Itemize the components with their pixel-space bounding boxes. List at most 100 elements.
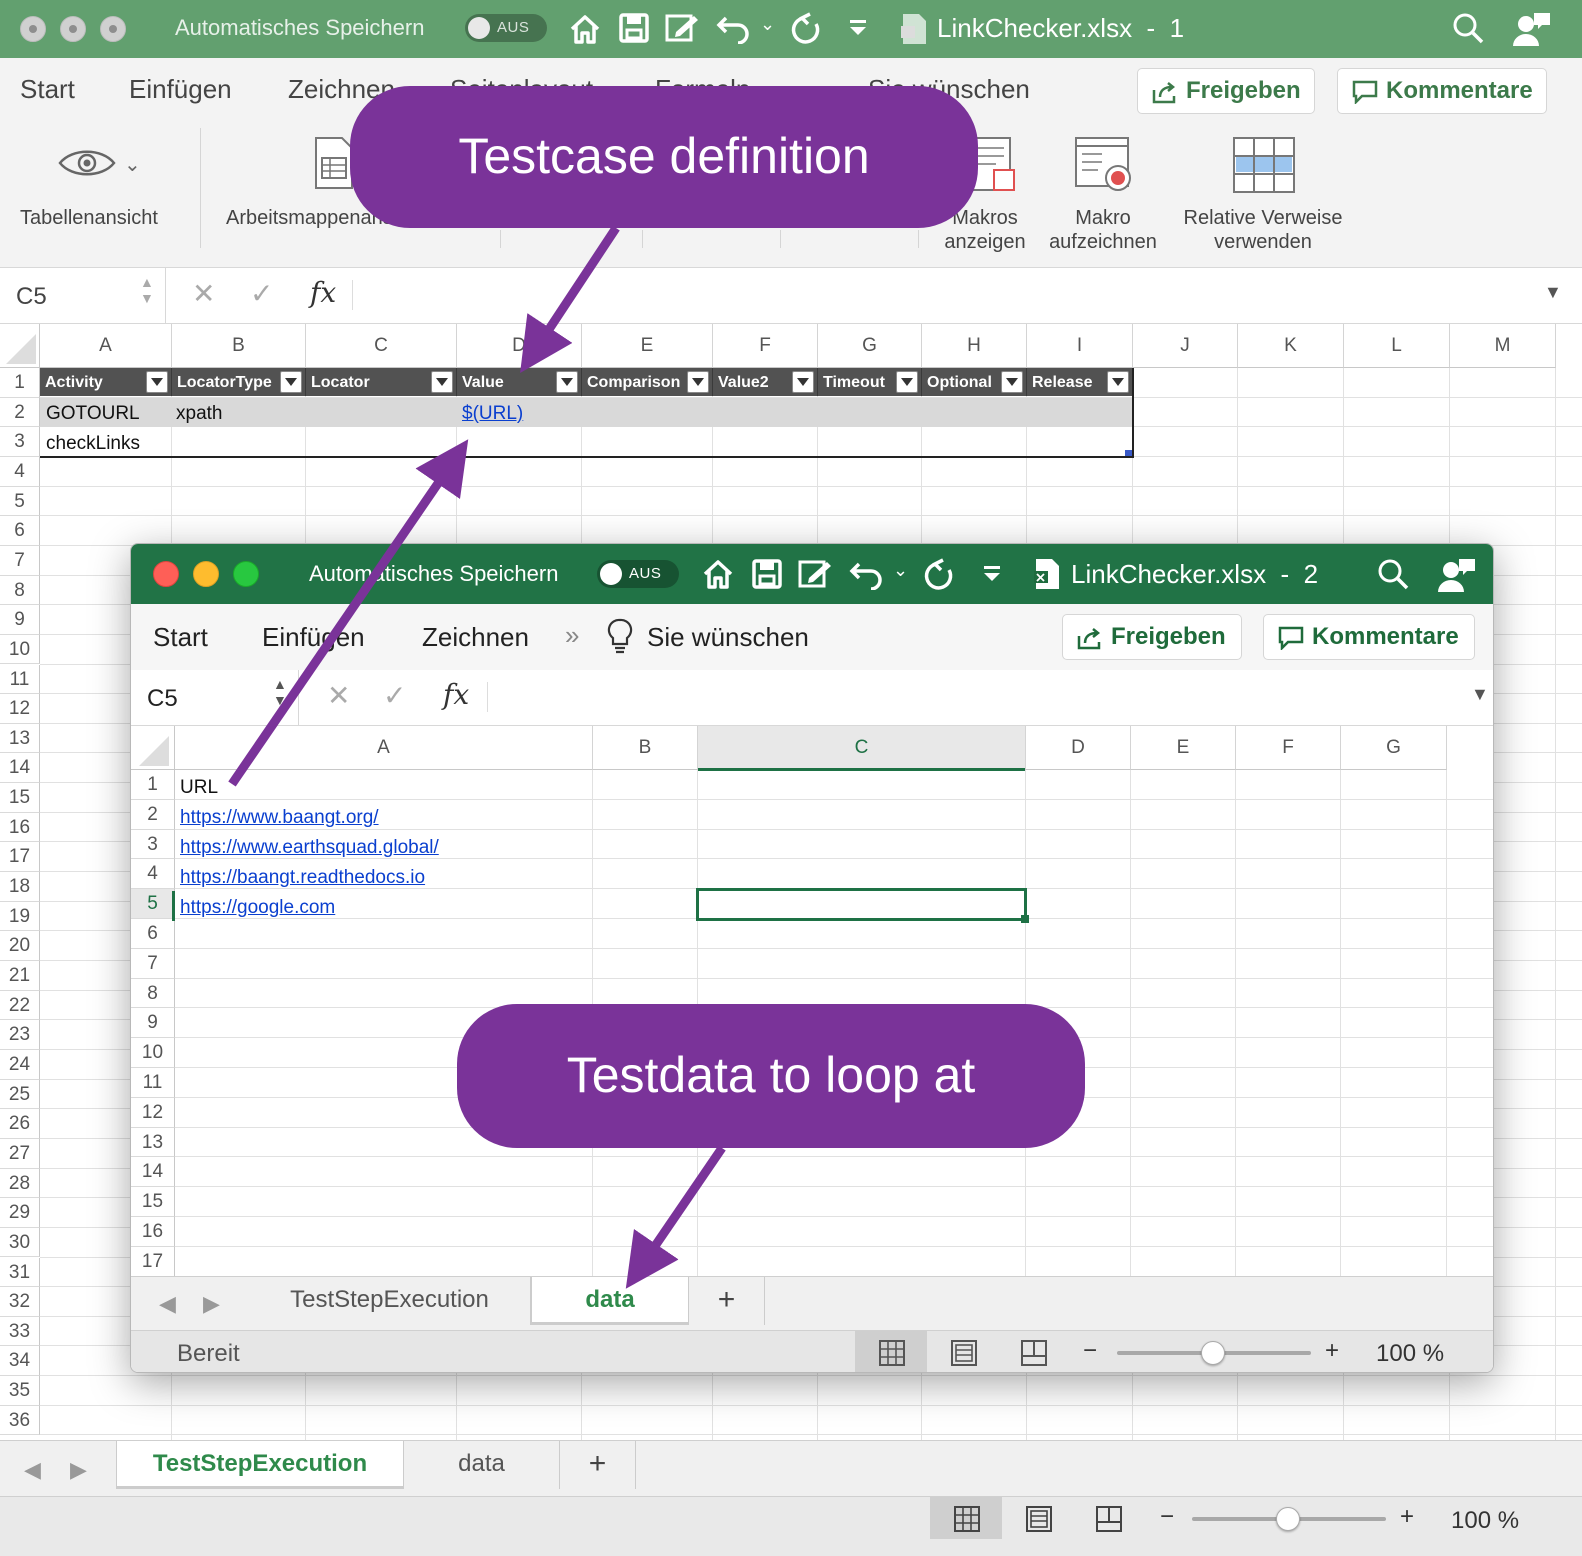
zoom-level[interactable]: 100 % [1451, 1507, 1519, 1535]
comments-button[interactable]: Kommentare [1263, 614, 1475, 660]
share-button[interactable]: Freigeben [1062, 614, 1242, 660]
row-header-13[interactable]: 13 [0, 723, 40, 754]
row-header-31[interactable]: 31 [0, 1257, 40, 1288]
row-header-3[interactable]: 3 [131, 829, 175, 860]
record-macro-button[interactable]: Makro aufzeichnen [1040, 206, 1166, 254]
lightbulb-icon[interactable] [607, 618, 633, 654]
filter-dropdown-icon[interactable] [1107, 371, 1129, 393]
table-header-release[interactable]: Release [1027, 368, 1133, 396]
redo-icon[interactable] [923, 556, 957, 592]
cell-b2[interactable]: xpath [176, 403, 222, 425]
row-header-15[interactable]: 15 [0, 783, 40, 813]
edit-icon[interactable] [797, 558, 833, 590]
row-header-18[interactable]: 18 [0, 872, 40, 902]
comments-button[interactable]: Kommentare [1337, 68, 1547, 114]
close-button[interactable] [153, 561, 179, 587]
autosave-toggle[interactable]: AUS [597, 560, 679, 588]
row-header-12[interactable]: 12 [131, 1097, 175, 1128]
filter-dropdown-icon[interactable] [146, 371, 168, 393]
column-header-a[interactable]: A [40, 324, 172, 368]
home-icon[interactable] [568, 12, 602, 46]
cell-a2[interactable]: https://www.baangt.org/ [180, 807, 379, 829]
function-icon[interactable]: fx [443, 678, 469, 711]
row-header-30[interactable]: 30 [0, 1227, 40, 1258]
row-header-16[interactable]: 16 [0, 812, 40, 843]
row-header-27[interactable]: 27 [0, 1138, 40, 1169]
zoom-slider[interactable] [1201, 1341, 1225, 1365]
share-person-icon[interactable] [1437, 556, 1477, 594]
cell-a3[interactable]: https://www.earthsquad.global/ [180, 837, 439, 859]
column-header-e[interactable]: E [582, 324, 713, 368]
column-header-b[interactable]: B [593, 726, 698, 770]
filter-dropdown-icon[interactable] [431, 371, 453, 393]
tab-einfuegen[interactable]: Einfügen [129, 74, 232, 105]
eye-icon[interactable] [58, 146, 116, 180]
row-header-34[interactable]: 34 [0, 1346, 40, 1377]
zoom-out-button[interactable]: − [1160, 1503, 1174, 1531]
row-header-6[interactable]: 6 [0, 516, 40, 546]
row-header-21[interactable]: 21 [0, 961, 40, 991]
prev-sheet-icon[interactable]: ◀ [159, 1291, 176, 1317]
undo-icon[interactable] [849, 558, 885, 590]
undo-icon[interactable] [716, 12, 752, 44]
column-header-i[interactable]: I [1027, 324, 1133, 368]
workbook-views-icon[interactable] [314, 136, 354, 190]
column-header-c[interactable]: C [698, 726, 1026, 770]
record-macro-icon[interactable] [1074, 136, 1132, 194]
row-header-9[interactable]: 9 [131, 1008, 175, 1039]
row-header-20[interactable]: 20 [0, 931, 40, 961]
next-sheet-icon[interactable]: ▶ [70, 1457, 87, 1483]
row-header-14[interactable]: 14 [131, 1157, 175, 1188]
column-header-l[interactable]: L [1344, 324, 1450, 368]
row-header-13[interactable]: 13 [131, 1127, 175, 1158]
column-header-m[interactable]: M [1450, 324, 1556, 368]
column-header-f[interactable]: F [713, 324, 818, 368]
filter-dropdown-icon[interactable] [792, 371, 814, 393]
search-icon[interactable] [1377, 558, 1409, 590]
page-layout-view-button[interactable] [927, 1331, 999, 1372]
column-header-d[interactable]: D [1026, 726, 1131, 770]
filter-dropdown-icon[interactable] [687, 371, 709, 393]
zoom-out-button[interactable]: − [1083, 1337, 1097, 1365]
select-all-corner[interactable] [131, 726, 175, 770]
share-person-icon[interactable] [1512, 10, 1552, 48]
cell-d2[interactable]: $(URL) [462, 403, 523, 425]
row-header-3[interactable]: 3 [0, 427, 40, 457]
search-icon[interactable] [1452, 12, 1484, 44]
row-header-5[interactable]: 5 [131, 889, 175, 919]
sheet-tab-data[interactable]: data [531, 1277, 689, 1325]
row-header-16[interactable]: 16 [131, 1217, 175, 1247]
cell-a2[interactable]: GOTOURL [46, 403, 140, 425]
sheet-tab-teststepexecution[interactable]: TestStepExecution [249, 1277, 531, 1325]
customize-icon[interactable] [848, 18, 868, 38]
selected-cell-c5[interactable] [696, 888, 1027, 921]
normal-view-button[interactable] [930, 1497, 1002, 1539]
column-header-b[interactable]: B [172, 324, 306, 368]
minimize-button[interactable] [60, 16, 86, 42]
row-header-14[interactable]: 14 [0, 753, 40, 784]
name-box-stepper-icon[interactable]: ▲ ▼ [140, 274, 154, 306]
save-icon[interactable] [751, 558, 783, 590]
undo-dropdown-icon[interactable]: ⌄ [760, 14, 775, 35]
column-header-e[interactable]: E [1131, 726, 1236, 770]
tab-zeichnen[interactable]: Zeichnen [422, 622, 529, 653]
prev-sheet-icon[interactable]: ◀ [24, 1457, 41, 1483]
tab-start[interactable]: Start [153, 622, 208, 653]
zoom-in-button[interactable]: + [1325, 1337, 1339, 1365]
row-header-22[interactable]: 22 [0, 990, 40, 1021]
row-header-8[interactable]: 8 [131, 978, 175, 1009]
confirm-icon[interactable]: ✓ [383, 679, 406, 712]
function-icon[interactable]: fx [310, 276, 336, 309]
formula-expand-icon[interactable]: ▼ [1471, 684, 1489, 705]
filter-dropdown-icon[interactable] [280, 371, 302, 393]
filter-dropdown-icon[interactable] [556, 371, 578, 393]
page-break-view-button[interactable] [1072, 1497, 1144, 1539]
page-layout-view-button[interactable] [1002, 1497, 1074, 1539]
tab-sie-wuenschen[interactable]: Sie wünschen [647, 622, 809, 653]
row-header-4[interactable]: 4 [131, 859, 175, 890]
row-header-2[interactable]: 2 [131, 799, 175, 830]
relative-refs-button[interactable]: Relative Verweise verwenden [1170, 206, 1356, 254]
row-header-7[interactable]: 7 [0, 545, 40, 576]
add-sheet-button[interactable]: + [689, 1277, 765, 1325]
table-header-comparison[interactable]: Comparison [582, 368, 713, 396]
